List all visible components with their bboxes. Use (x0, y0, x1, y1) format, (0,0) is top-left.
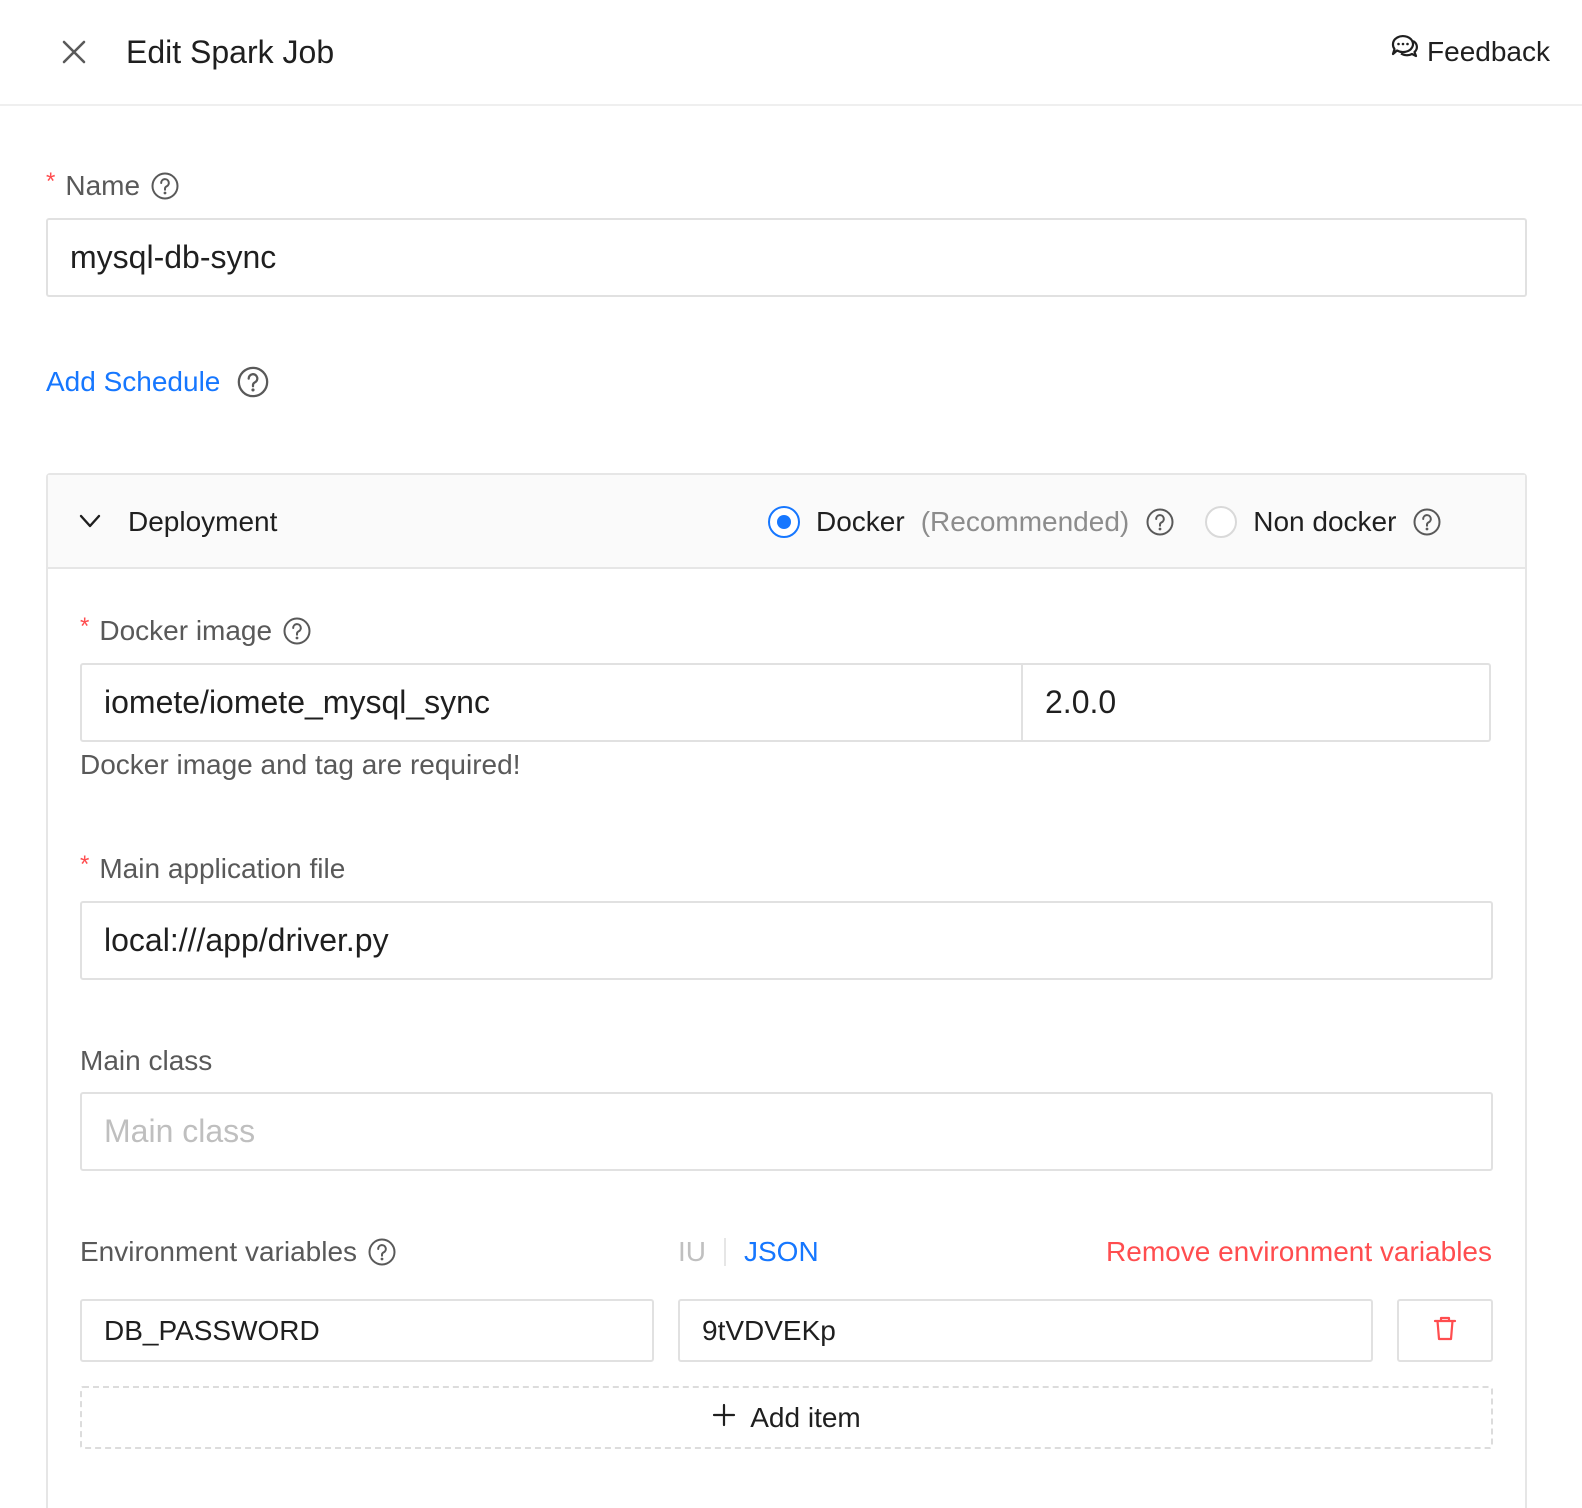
docker-image-hint: Docker image and tag are required! (80, 749, 521, 780)
required-mark: * (46, 168, 56, 195)
environment-variables-label-text: Environment variables (80, 1236, 358, 1267)
main-class-label: Main class (80, 1041, 212, 1081)
add-schedule-label: Add Schedule (46, 366, 221, 397)
drawer-header: Edit Spark Job Feedback (0, 0, 1582, 106)
help-icon[interactable] (282, 616, 312, 646)
docker-radio[interactable] (768, 506, 800, 538)
plus-icon (712, 1402, 736, 1434)
env-value-input[interactable]: 9tVDVEKp (678, 1299, 1373, 1362)
help-icon[interactable] (1412, 507, 1442, 537)
env-mode-json[interactable]: JSON (744, 1232, 819, 1272)
docker-image-label: * Docker image (80, 611, 312, 651)
main-class-label-text: Main class (80, 1045, 213, 1076)
chevron-down-icon[interactable] (78, 509, 102, 538)
main-application-file-value: local:///app/driver.py (104, 922, 389, 958)
recommended-note: (Recommended) (920, 506, 1130, 537)
main-class-input[interactable]: Main class (80, 1092, 1493, 1171)
help-icon[interactable] (1145, 507, 1175, 537)
docker-image-value: iomete/iomete_mysql_sync (104, 684, 490, 720)
name-input[interactable]: mysql-db-sync (46, 218, 1527, 297)
env-key-value: DB_PASSWORD (104, 1314, 320, 1346)
non-docker-radio[interactable] (1205, 506, 1238, 538)
feedback-button[interactable]: Feedback (1389, 30, 1550, 74)
environment-variables-label: Environment variables (80, 1232, 397, 1272)
add-item-button[interactable]: Add item (80, 1386, 1493, 1449)
chat-bubbles-icon (1389, 30, 1419, 74)
docker-image-input[interactable]: iomete/iomete_mysql_sync (80, 663, 1023, 742)
close-icon[interactable] (56, 34, 92, 70)
env-key-input[interactable]: DB_PASSWORD (80, 1299, 654, 1362)
main-application-file-label-text: Main application file (99, 853, 346, 884)
deployment-panel-header[interactable]: Deployment Docker (Recommended) Non dock… (48, 475, 1525, 569)
divider (724, 1238, 726, 1266)
help-icon[interactable] (367, 1237, 397, 1267)
required-mark: * (80, 613, 90, 640)
add-item-label: Add item (750, 1401, 861, 1433)
name-input-value: mysql-db-sync (70, 239, 277, 275)
main-application-file-input[interactable]: local:///app/driver.py (80, 901, 1493, 980)
name-label: * Name (46, 166, 180, 206)
trash-icon (1431, 1314, 1459, 1347)
page-title: Edit Spark Job (126, 34, 335, 70)
deployment-type-radio-group: Docker (Recommended) Non docker (768, 500, 1442, 544)
main-class-placeholder: Main class (104, 1113, 256, 1149)
docker-tag-value: 2.0.0 (1045, 684, 1117, 720)
deployment-title: Deployment (128, 506, 278, 537)
env-value-value: 9tVDVEKp (702, 1314, 836, 1346)
docker-image-label-text: Docker image (99, 615, 273, 646)
non-docker-radio-label[interactable]: Non docker (1253, 506, 1396, 538)
env-mode-toggle: IU JSON (678, 1232, 819, 1272)
main-application-file-label: * Main application file (80, 849, 345, 889)
required-mark: * (80, 851, 90, 878)
delete-env-item-button[interactable] (1397, 1299, 1493, 1362)
add-schedule-link[interactable]: Add Schedule (46, 362, 270, 402)
remove-environment-variables-link[interactable]: Remove environment variables (1106, 1232, 1492, 1272)
help-icon[interactable] (236, 365, 270, 399)
docker-tag-input[interactable]: 2.0.0 (1021, 663, 1491, 742)
name-label-text: Name (65, 170, 141, 201)
help-icon[interactable] (150, 171, 180, 201)
feedback-label: Feedback (1427, 36, 1550, 67)
env-mode-iu[interactable]: IU (678, 1232, 706, 1272)
docker-radio-label[interactable]: Docker (816, 506, 905, 538)
